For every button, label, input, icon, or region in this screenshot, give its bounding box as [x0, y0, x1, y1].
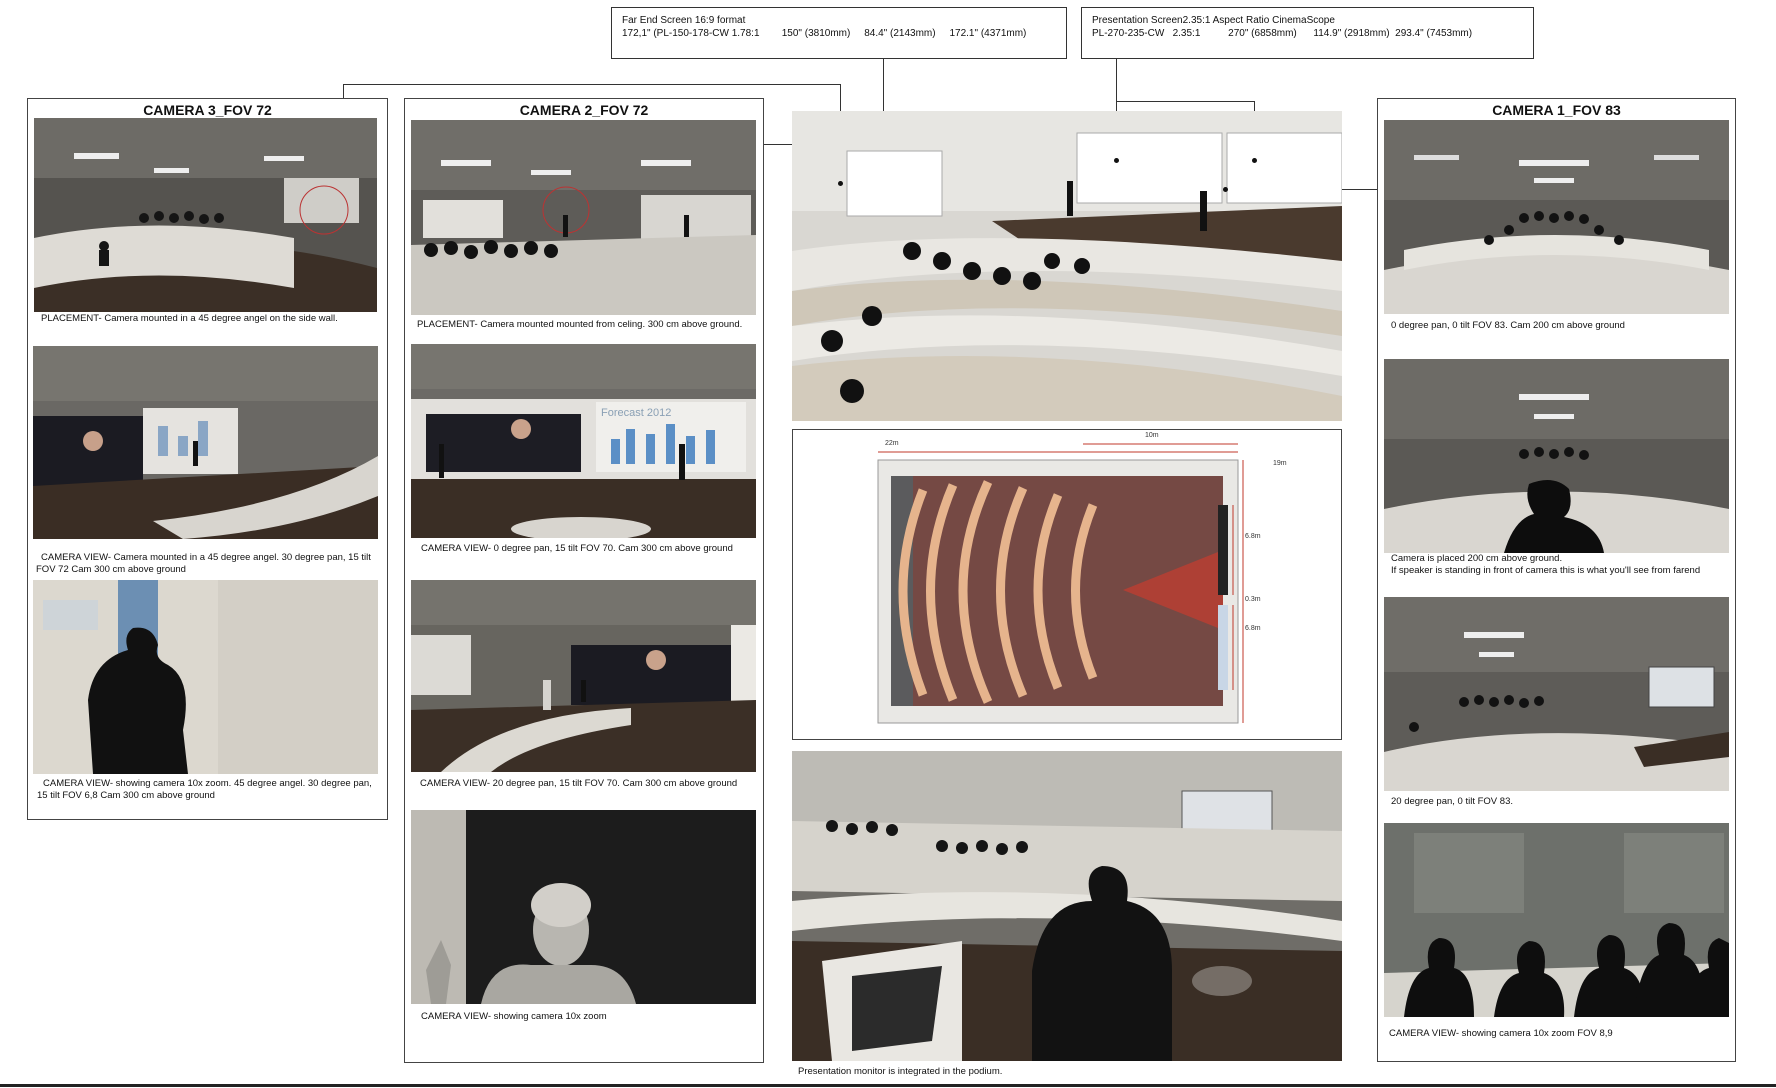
leader-line: [1116, 101, 1254, 102]
plan-label-width: 22m: [885, 440, 899, 447]
camera2-zoom-render: [411, 810, 756, 1004]
presentation-spec-title: Presentation Screen2.35:1 Aspect Ratio C…: [1092, 15, 1335, 26]
camera3-caption-view-2: FOV 72 Cam 300 cm above ground: [36, 564, 186, 575]
camera3-view-render: [33, 346, 378, 539]
camera2-view-render-20: [411, 580, 756, 772]
presentation-screen-spec: Presentation Screen2.35:1 Aspect Ratio C…: [1081, 7, 1534, 59]
camera3-caption-placement: PLACEMENT- Camera mounted in a 45 degree…: [41, 313, 338, 324]
camera1-caption-view: 0 degree pan, 0 tilt FOV 83. Cam 200 cm …: [1391, 320, 1625, 331]
floor-plan-drawing: [877, 443, 1244, 724]
podium-caption: Presentation monitor is integrated in th…: [798, 1066, 1003, 1077]
camera1-caption-view-20: 20 degree pan, 0 tilt FOV 83.: [1391, 796, 1513, 807]
far-end-screen-spec: Far End Screen 16:9 format 172,1" (PL-15…: [611, 7, 1067, 59]
camera1-caption-speaker-2: If speaker is standing in front of camer…: [1391, 565, 1701, 576]
camera2-placement-render: [411, 120, 756, 315]
callout-dot: [1252, 158, 1257, 163]
camera1-caption-speaker-1: Camera is placed 200 cm above ground.: [1391, 553, 1563, 564]
camera3-title: CAMERA 3_FOV 72: [143, 102, 272, 118]
forecast-screen-text: Forecast 2012: [601, 407, 671, 419]
camera3-caption-zoom-2: 15 tilt FOV 6,8 Cam 300 cm above ground: [37, 790, 215, 801]
leader-line: [343, 84, 344, 98]
callout-dot: [1223, 187, 1228, 192]
presentation-spec-detail: PL-270-235-CW 2.35:1 270" (6858mm) 114.9…: [1092, 28, 1473, 39]
camera1-title: CAMERA 1_FOV 83: [1492, 102, 1621, 118]
plan-label-screen-1: 6.8m: [1245, 533, 1261, 540]
auditorium-overview-render: [792, 111, 1342, 421]
leader-line: [762, 144, 792, 145]
camera2-caption-view-1: CAMERA VIEW- 0 degree pan, 15 tilt FOV 7…: [421, 543, 733, 554]
camera3-zoom-render: [33, 580, 378, 774]
plan-label-depth: 19m: [1273, 460, 1287, 467]
plan-label-gap: 0.3m: [1245, 596, 1261, 603]
callout-dot: [1114, 158, 1119, 163]
podium-view-render: [792, 751, 1342, 1061]
far-end-spec-detail: 172,1" (PL-150-178-CW 1.78:1 150" (3810m…: [622, 28, 1027, 39]
camera1-view-render-20: [1384, 597, 1729, 791]
camera1-view-render: [1384, 120, 1729, 314]
plan-label-screen-2: 6.8m: [1245, 625, 1261, 632]
camera3-caption-zoom-1: CAMERA VIEW- showing camera 10x zoom. 45…: [43, 778, 372, 789]
camera2-title: CAMERA 2_FOV 72: [519, 102, 649, 118]
camera2-view-render: Forecast 2012: [411, 344, 756, 538]
leader-line: [343, 84, 840, 85]
far-end-spec-title: Far End Screen 16:9 format: [622, 15, 746, 26]
bottom-rule: [0, 1084, 1776, 1087]
camera1-speaker-render: [1384, 359, 1729, 553]
camera2-caption-view-2: CAMERA VIEW- 20 degree pan, 15 tilt FOV …: [420, 778, 738, 789]
camera3-placement-render: [34, 118, 377, 312]
camera2-caption-zoom: CAMERA VIEW- showing camera 10x zoom: [421, 1011, 607, 1022]
floor-plan-panel: 22m 10m 19m 6.8m 0.3m 6.8m: [792, 429, 1342, 740]
camera2-caption-placement: PLACEMENT- Camera mounted mounted from c…: [417, 319, 743, 330]
camera1-caption-zoom: CAMERA VIEW- showing camera 10x zoom FOV…: [1389, 1028, 1613, 1039]
camera1-zoom-render: [1384, 823, 1729, 1017]
callout-dot: [838, 181, 843, 186]
plan-label-screen-width: 10m: [1145, 432, 1159, 439]
camera3-caption-view-1: CAMERA VIEW- Camera mounted in a 45 degr…: [41, 552, 371, 563]
